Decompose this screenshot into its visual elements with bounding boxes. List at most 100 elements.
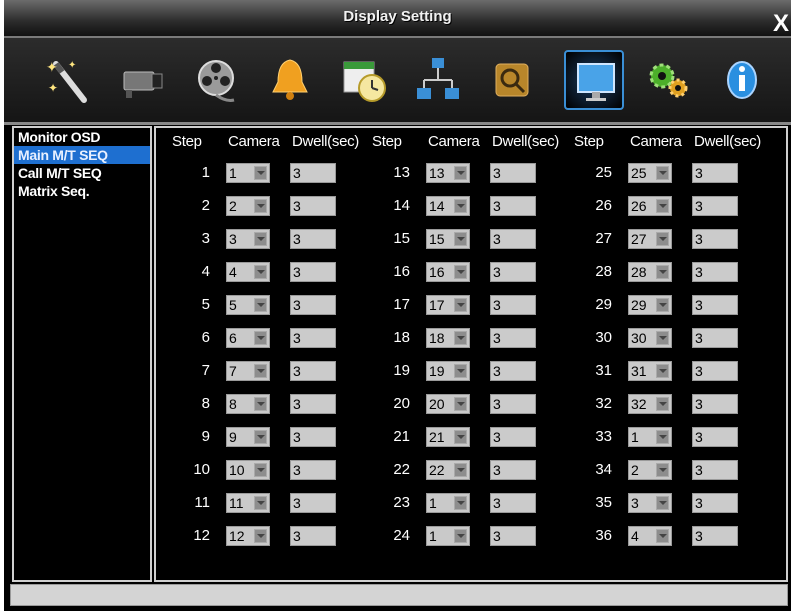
camera-select[interactable]: 1 <box>426 493 470 513</box>
wizard-wand-icon[interactable]: ✦ ✦ ✦ <box>38 50 98 110</box>
camera-select[interactable]: 31 <box>628 361 672 381</box>
camera-select[interactable]: 21 <box>426 427 470 447</box>
dropdown-arrow-icon[interactable] <box>254 166 267 180</box>
dropdown-arrow-icon[interactable] <box>656 496 669 510</box>
dropdown-arrow-icon[interactable] <box>454 364 467 378</box>
dwell-input[interactable]: 3 <box>692 460 738 480</box>
gears-icon[interactable] <box>638 50 698 110</box>
sidebar-item-main-mt-seq[interactable]: Main M/T SEQ <box>14 146 150 164</box>
camera-select[interactable]: 11 <box>226 493 270 513</box>
dwell-input[interactable]: 3 <box>692 196 738 216</box>
dwell-input[interactable]: 3 <box>692 328 738 348</box>
search-tools-icon[interactable] <box>482 50 542 110</box>
film-reel-icon[interactable] <box>186 50 246 110</box>
camera-select[interactable]: 19 <box>426 361 470 381</box>
dropdown-arrow-icon[interactable] <box>454 397 467 411</box>
camera-select[interactable]: 15 <box>426 229 470 249</box>
dwell-input[interactable]: 3 <box>490 394 536 414</box>
dropdown-arrow-icon[interactable] <box>454 529 467 543</box>
dropdown-arrow-icon[interactable] <box>454 199 467 213</box>
camera-select[interactable]: 13 <box>426 163 470 183</box>
alarm-bell-icon[interactable] <box>260 50 320 110</box>
camera-select[interactable]: 2 <box>628 460 672 480</box>
camera-select[interactable]: 10 <box>226 460 270 480</box>
camera-select[interactable]: 27 <box>628 229 672 249</box>
camera-select[interactable]: 22 <box>426 460 470 480</box>
camera-select[interactable]: 32 <box>628 394 672 414</box>
dwell-input[interactable]: 3 <box>490 295 536 315</box>
dropdown-arrow-icon[interactable] <box>454 232 467 246</box>
dwell-input[interactable]: 3 <box>692 361 738 381</box>
dwell-input[interactable]: 3 <box>692 493 738 513</box>
dropdown-arrow-icon[interactable] <box>254 463 267 477</box>
dropdown-arrow-icon[interactable] <box>454 265 467 279</box>
dwell-input[interactable]: 3 <box>290 229 336 249</box>
network-icon[interactable] <box>408 50 468 110</box>
dropdown-arrow-icon[interactable] <box>454 298 467 312</box>
display-monitor-icon[interactable] <box>564 50 624 110</box>
dwell-input[interactable]: 3 <box>490 196 536 216</box>
dropdown-arrow-icon[interactable] <box>254 331 267 345</box>
dropdown-arrow-icon[interactable] <box>656 265 669 279</box>
dropdown-arrow-icon[interactable] <box>656 364 669 378</box>
dropdown-arrow-icon[interactable] <box>656 529 669 543</box>
camera-select[interactable]: 20 <box>426 394 470 414</box>
camera-select[interactable]: 6 <box>226 328 270 348</box>
camera-select[interactable]: 2 <box>226 196 270 216</box>
dwell-input[interactable]: 3 <box>490 526 536 546</box>
camera-select[interactable]: 7 <box>226 361 270 381</box>
dwell-input[interactable]: 3 <box>490 328 536 348</box>
dwell-input[interactable]: 3 <box>490 262 536 282</box>
sidebar-item-monitor-osd[interactable]: Monitor OSD <box>14 128 150 146</box>
dwell-input[interactable]: 3 <box>290 196 336 216</box>
dwell-input[interactable]: 3 <box>290 394 336 414</box>
dropdown-arrow-icon[interactable] <box>656 331 669 345</box>
dwell-input[interactable]: 3 <box>490 460 536 480</box>
camera-select[interactable]: 1 <box>426 526 470 546</box>
dropdown-arrow-icon[interactable] <box>254 364 267 378</box>
dwell-input[interactable]: 3 <box>290 361 336 381</box>
dropdown-arrow-icon[interactable] <box>254 298 267 312</box>
camera-select[interactable]: 25 <box>628 163 672 183</box>
camera-select[interactable]: 5 <box>226 295 270 315</box>
camera-select[interactable]: 12 <box>226 526 270 546</box>
dropdown-arrow-icon[interactable] <box>656 166 669 180</box>
close-icon[interactable]: X <box>773 12 789 36</box>
dropdown-arrow-icon[interactable] <box>656 397 669 411</box>
dropdown-arrow-icon[interactable] <box>254 199 267 213</box>
dropdown-arrow-icon[interactable] <box>254 232 267 246</box>
dwell-input[interactable]: 3 <box>692 229 738 249</box>
sidebar-item-call-mt-seq[interactable]: Call M/T SEQ <box>14 164 150 182</box>
dwell-input[interactable]: 3 <box>692 394 738 414</box>
camera-select[interactable]: 17 <box>426 295 470 315</box>
dwell-input[interactable]: 3 <box>290 526 336 546</box>
camera-select[interactable]: 18 <box>426 328 470 348</box>
dropdown-arrow-icon[interactable] <box>656 199 669 213</box>
dropdown-arrow-icon[interactable] <box>254 529 267 543</box>
dwell-input[interactable]: 3 <box>490 163 536 183</box>
camera-select[interactable]: 4 <box>628 526 672 546</box>
camera-select[interactable]: 28 <box>628 262 672 282</box>
dwell-input[interactable]: 3 <box>490 493 536 513</box>
dwell-input[interactable]: 3 <box>290 460 336 480</box>
dropdown-arrow-icon[interactable] <box>454 496 467 510</box>
dwell-input[interactable]: 3 <box>692 526 738 546</box>
camera-select[interactable]: 16 <box>426 262 470 282</box>
camera-select[interactable]: 9 <box>226 427 270 447</box>
camera-select[interactable]: 1 <box>226 163 270 183</box>
camera-select[interactable]: 3 <box>226 229 270 249</box>
dropdown-arrow-icon[interactable] <box>454 430 467 444</box>
dropdown-arrow-icon[interactable] <box>656 463 669 477</box>
camera-select[interactable]: 3 <box>628 493 672 513</box>
camera-select[interactable]: 26 <box>628 196 672 216</box>
camera-select[interactable]: 14 <box>426 196 470 216</box>
dropdown-arrow-icon[interactable] <box>254 397 267 411</box>
dwell-input[interactable]: 3 <box>692 295 738 315</box>
info-icon[interactable] <box>712 50 772 110</box>
dropdown-arrow-icon[interactable] <box>454 463 467 477</box>
dropdown-arrow-icon[interactable] <box>454 331 467 345</box>
dwell-input[interactable]: 3 <box>490 229 536 249</box>
dwell-input[interactable]: 3 <box>490 361 536 381</box>
schedule-clock-icon[interactable] <box>334 50 394 110</box>
dwell-input[interactable]: 3 <box>290 493 336 513</box>
